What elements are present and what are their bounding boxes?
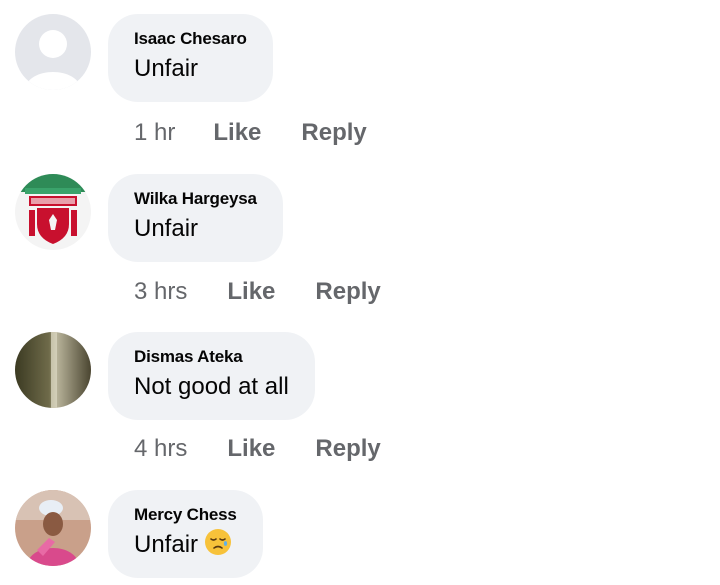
comment-bubble: Mercy Chess Unfair	[108, 490, 263, 578]
comment-author[interactable]: Wilka Hargeysa	[134, 188, 257, 210]
comments-thread: Isaac Chesaro Unfair 1 hr Like Reply Wilka…	[0, 0, 720, 585]
comment-author[interactable]: Mercy Chess	[134, 504, 237, 526]
comment-text-value: Unfair	[134, 531, 199, 558]
photo-avatar-icon	[15, 490, 91, 566]
avatar[interactable]	[15, 14, 91, 90]
comment-text: Unfair	[134, 528, 237, 562]
comment-time[interactable]: 4 hrs	[134, 434, 187, 464]
comment-text: Unfair	[134, 215, 199, 242]
like-button[interactable]: Like	[213, 118, 261, 148]
avatar[interactable]	[15, 174, 91, 250]
comment-meta: 3 hrs Like Reply	[134, 277, 381, 307]
comment-author[interactable]: Isaac Chesaro	[134, 28, 247, 50]
comment-author[interactable]: Dismas Ateka	[134, 346, 289, 368]
reply-button[interactable]: Reply	[315, 277, 380, 307]
sad-relieved-face-emoji-icon	[205, 529, 232, 555]
avatar[interactable]	[15, 332, 91, 408]
comment-time[interactable]: 3 hrs	[134, 277, 187, 307]
default-avatar-icon	[15, 14, 91, 90]
reply-button[interactable]: Reply	[315, 434, 380, 464]
avatar[interactable]	[15, 490, 91, 566]
comment-text: Not good at all	[134, 373, 289, 400]
reply-button[interactable]: Reply	[301, 118, 366, 148]
like-button[interactable]: Like	[227, 434, 275, 464]
comment-bubble: Dismas Ateka Not good at all	[108, 332, 315, 420]
photo-avatar-icon	[15, 332, 91, 408]
like-button[interactable]: Like	[227, 277, 275, 307]
comment-time[interactable]: 1 hr	[134, 118, 175, 148]
liverpool-crest-icon	[15, 174, 91, 250]
comment-bubble: Wilka Hargeysa Unfair	[108, 174, 283, 262]
comment-text: Unfair	[134, 55, 199, 82]
comment-bubble: Isaac Chesaro Unfair	[108, 14, 273, 102]
comment-meta: 4 hrs Like Reply	[134, 434, 381, 464]
comment-meta: 1 hr Like Reply	[134, 118, 367, 148]
